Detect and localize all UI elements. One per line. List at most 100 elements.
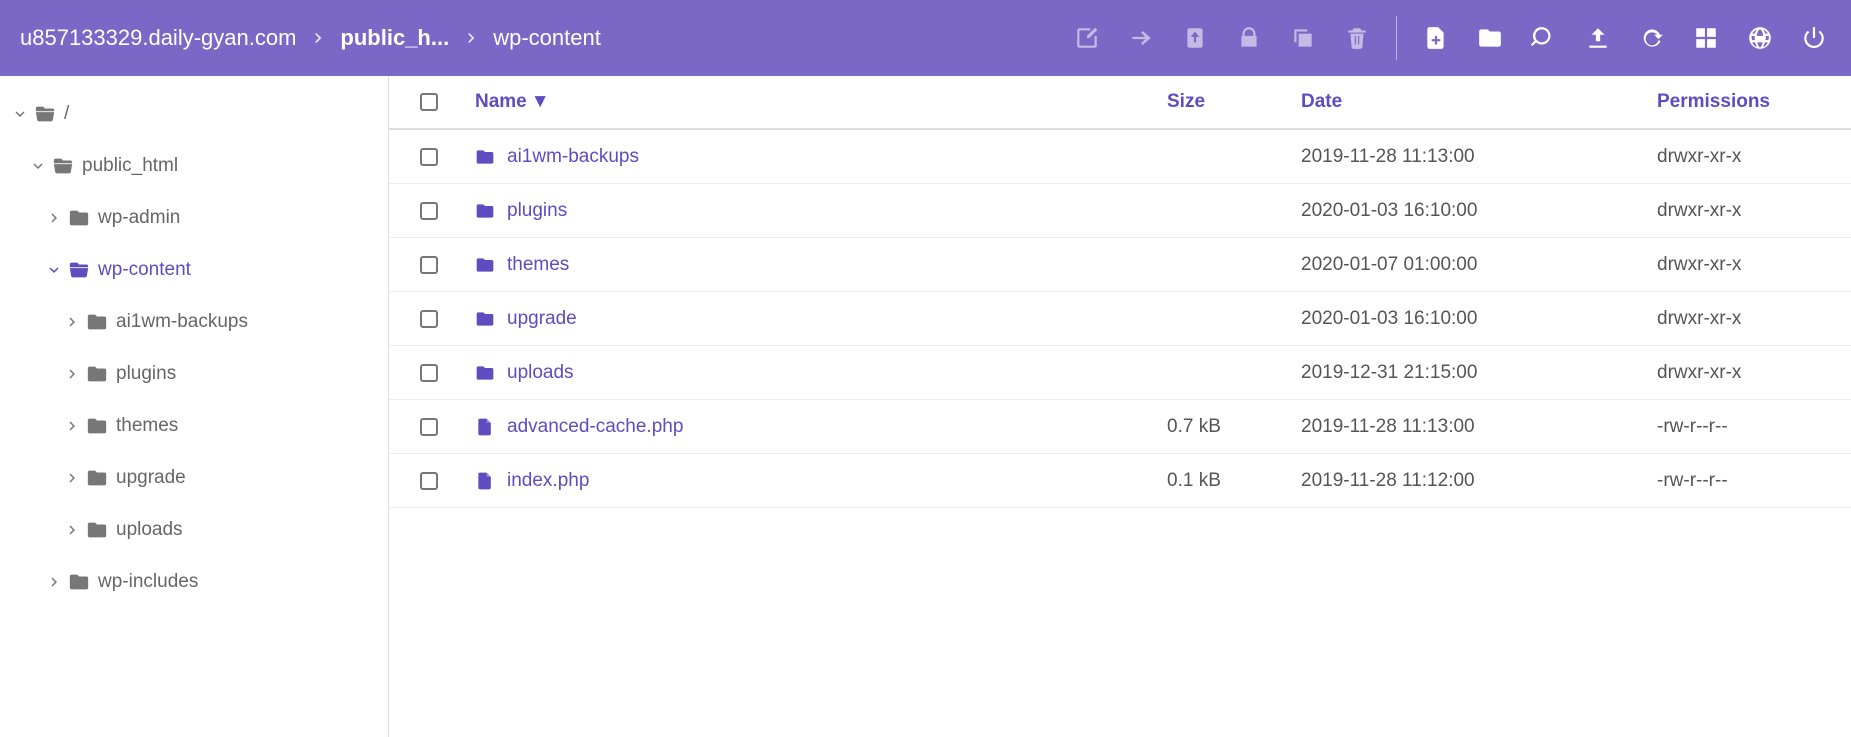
move-button[interactable] bbox=[1114, 0, 1168, 76]
new-file-button[interactable] bbox=[1409, 0, 1463, 76]
column-header-name[interactable]: Name ▼ bbox=[469, 91, 1161, 113]
select-all-button[interactable] bbox=[1679, 0, 1733, 76]
column-header-permissions[interactable]: Permissions bbox=[1651, 91, 1851, 113]
globe-icon bbox=[1747, 25, 1773, 51]
row-checkbox[interactable] bbox=[420, 310, 438, 328]
power-icon bbox=[1801, 25, 1827, 51]
table-row[interactable]: advanced-cache.php0.7 kB2019-11-28 11:13… bbox=[389, 400, 1851, 454]
folder-icon bbox=[68, 207, 90, 229]
tree-node[interactable]: wp-content bbox=[4, 244, 382, 296]
folder-icon bbox=[475, 201, 495, 221]
row-checkbox[interactable] bbox=[420, 472, 438, 490]
row-checkbox[interactable] bbox=[420, 202, 438, 220]
tree-node-label: wp-includes bbox=[98, 571, 198, 593]
permissions-button[interactable] bbox=[1222, 0, 1276, 76]
row-checkbox[interactable] bbox=[420, 418, 438, 436]
folder-open-icon bbox=[34, 103, 56, 125]
tree-node[interactable]: themes bbox=[4, 400, 382, 452]
power-button[interactable] bbox=[1787, 0, 1841, 76]
row-checkbox[interactable] bbox=[420, 364, 438, 382]
chevron-right-icon bbox=[461, 28, 481, 48]
row-checkbox[interactable] bbox=[420, 148, 438, 166]
tree-node[interactable]: wp-includes bbox=[4, 556, 382, 608]
file-icon bbox=[475, 417, 495, 437]
table-row[interactable]: themes2020-01-07 01:00:00drwxr-xr-x bbox=[389, 238, 1851, 292]
file-name[interactable]: upgrade bbox=[507, 308, 577, 330]
search-button[interactable] bbox=[1517, 0, 1571, 76]
file-size: 0.1 kB bbox=[1161, 470, 1295, 492]
file-date: 2020-01-03 16:10:00 bbox=[1295, 308, 1651, 330]
tree-node[interactable]: uploads bbox=[4, 504, 382, 556]
tree-node-label: / bbox=[64, 103, 69, 125]
table-row[interactable]: plugins 2020-01-03 16:10:00drwxr-xr-x bbox=[389, 184, 1851, 238]
toolbar bbox=[1060, 0, 1841, 76]
new-folder-button[interactable] bbox=[1463, 0, 1517, 76]
tree-node[interactable]: / bbox=[4, 88, 382, 140]
folder-icon bbox=[68, 571, 90, 593]
chevron-right-icon[interactable] bbox=[44, 209, 64, 227]
file-plus-icon bbox=[1423, 25, 1449, 51]
sort-desc-icon: ▼ bbox=[531, 91, 550, 113]
chevron-right-icon[interactable] bbox=[62, 313, 82, 331]
list-header-row: Name ▼ Size Date Permissions bbox=[389, 76, 1851, 130]
copy-icon bbox=[1290, 25, 1316, 51]
file-name[interactable]: uploads bbox=[507, 362, 574, 384]
column-header-size[interactable]: Size bbox=[1161, 91, 1295, 113]
folder-icon bbox=[86, 415, 108, 437]
delete-button[interactable] bbox=[1330, 0, 1384, 76]
column-header-date[interactable]: Date bbox=[1295, 91, 1651, 113]
upload-button[interactable] bbox=[1571, 0, 1625, 76]
cloud-up-icon bbox=[1585, 25, 1611, 51]
chevron-right-icon[interactable] bbox=[44, 573, 64, 591]
folder-icon bbox=[86, 519, 108, 541]
table-row[interactable]: upgrade2020-01-03 16:10:00drwxr-xr-x bbox=[389, 292, 1851, 346]
file-name[interactable]: themes bbox=[507, 254, 569, 276]
chevron-right-icon[interactable] bbox=[62, 417, 82, 435]
edit-button[interactable] bbox=[1060, 0, 1114, 76]
table-row[interactable]: uploads2019-12-31 21:15:00drwxr-xr-x bbox=[389, 346, 1851, 400]
chevron-down-icon[interactable] bbox=[44, 261, 64, 279]
table-row[interactable]: index.php0.1 kB2019-11-28 11:12:00-rw-r-… bbox=[389, 454, 1851, 508]
folder-icon bbox=[475, 255, 495, 275]
folder-tree: / public_html wp-admin wp-content ai1wm-back… bbox=[0, 76, 388, 737]
folder-open-icon bbox=[68, 259, 90, 281]
file-permissions: drwxr-xr-x bbox=[1651, 362, 1851, 384]
chevron-down-icon[interactable] bbox=[10, 105, 30, 123]
file-date: 2020-01-03 16:10:00 bbox=[1295, 200, 1651, 222]
file-name[interactable]: index.php bbox=[507, 470, 589, 492]
table-row[interactable]: ai1wm-backups 2019-11-28 11:13:00drwxr-xr… bbox=[389, 130, 1851, 184]
tree-node-label: themes bbox=[116, 415, 178, 437]
tree-node[interactable]: upgrade bbox=[4, 452, 382, 504]
breadcrumb: u857133329.daily-gyan.com public_h... wp-c… bbox=[10, 25, 1060, 51]
tree-node-label: public_html bbox=[82, 155, 178, 177]
breadcrumb-item[interactable]: wp-content bbox=[487, 25, 607, 51]
file-permissions: drwxr-xr-x bbox=[1651, 200, 1851, 222]
file-name[interactable]: plugins bbox=[507, 200, 567, 222]
folder-icon bbox=[475, 147, 495, 167]
tree-node[interactable]: wp-admin bbox=[4, 192, 382, 244]
chevron-right-icon bbox=[308, 28, 328, 48]
row-checkbox[interactable] bbox=[420, 256, 438, 274]
chevron-right-icon[interactable] bbox=[62, 365, 82, 383]
tree-node[interactable]: plugins bbox=[4, 348, 382, 400]
file-name[interactable]: ai1wm-backups bbox=[507, 146, 639, 168]
refresh-button[interactable] bbox=[1625, 0, 1679, 76]
download-button[interactable] bbox=[1168, 0, 1222, 76]
file-permissions: drwxr-xr-x bbox=[1651, 146, 1851, 168]
breadcrumb-item[interactable]: public_h... bbox=[334, 25, 455, 51]
chevron-right-icon[interactable] bbox=[62, 521, 82, 539]
tree-node[interactable]: public_html bbox=[4, 140, 382, 192]
chevron-right-icon[interactable] bbox=[62, 469, 82, 487]
file-name[interactable]: advanced-cache.php bbox=[507, 416, 683, 438]
tree-node-label: wp-content bbox=[98, 259, 191, 281]
refresh-icon bbox=[1639, 25, 1665, 51]
file-date: 2019-11-28 11:13:00 bbox=[1295, 146, 1651, 168]
chevron-down-icon[interactable] bbox=[28, 157, 48, 175]
tree-node-label: wp-admin bbox=[98, 207, 180, 229]
copy-button[interactable] bbox=[1276, 0, 1330, 76]
tree-node-label: upgrade bbox=[116, 467, 186, 489]
breadcrumb-item[interactable]: u857133329.daily-gyan.com bbox=[14, 25, 302, 51]
language-button[interactable] bbox=[1733, 0, 1787, 76]
select-all-checkbox[interactable] bbox=[420, 93, 438, 111]
tree-node[interactable]: ai1wm-backups bbox=[4, 296, 382, 348]
